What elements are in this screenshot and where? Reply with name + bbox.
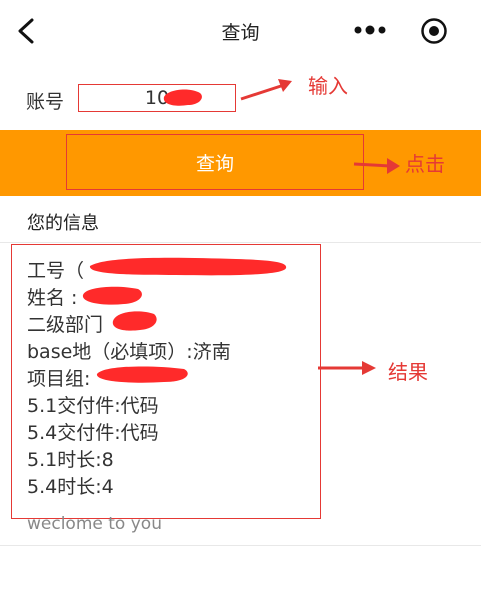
nav-bar: 查询 [0, 0, 481, 60]
annotation-arrow-icon [318, 361, 376, 375]
close-miniprogram-icon[interactable] [420, 17, 448, 45]
info-project-group: 项目组: [27, 368, 91, 390]
account-input[interactable] [78, 84, 236, 112]
info-employee-id: 工号（ [27, 260, 85, 282]
annotation-arrow-icon [240, 79, 292, 101]
divider [0, 242, 481, 243]
info-base: base地（必填项）:济南 [27, 341, 231, 363]
redaction-mark [163, 89, 202, 106]
info-deliverable-5-1: 5.1交付件:代码 [27, 395, 159, 417]
query-button[interactable]: 查询 [66, 134, 364, 190]
redaction-mark [89, 257, 287, 276]
more-options-icon[interactable] [352, 22, 388, 38]
redaction-mark [112, 311, 157, 331]
info-heading: 您的信息 [27, 213, 99, 234]
annotation-input: 输入 [308, 74, 348, 98]
page-title: 查询 [221, 22, 260, 44]
info-name: 姓名 : [27, 287, 78, 309]
annotation-click: 点击 [405, 152, 445, 176]
page: 查询 账号 输入 查询 点击 您的信息 工号（ 姓名 : 二级部门 base地 [0, 0, 481, 600]
info-hours-5-4: 5.4时长:4 [27, 476, 114, 498]
annotation-result: 结果 [388, 360, 428, 384]
redaction-mark [96, 366, 188, 383]
info-department: 二级部门 [27, 314, 104, 336]
welcome-text: weclome to you [27, 514, 162, 534]
divider [0, 545, 481, 546]
annotation-arrow-icon [353, 158, 400, 174]
redaction-mark [82, 286, 142, 305]
info-hours-5-1: 5.1时长:8 [27, 449, 114, 471]
info-deliverable-5-4: 5.4交付件:代码 [27, 422, 159, 444]
account-label: 账号 [26, 91, 65, 113]
